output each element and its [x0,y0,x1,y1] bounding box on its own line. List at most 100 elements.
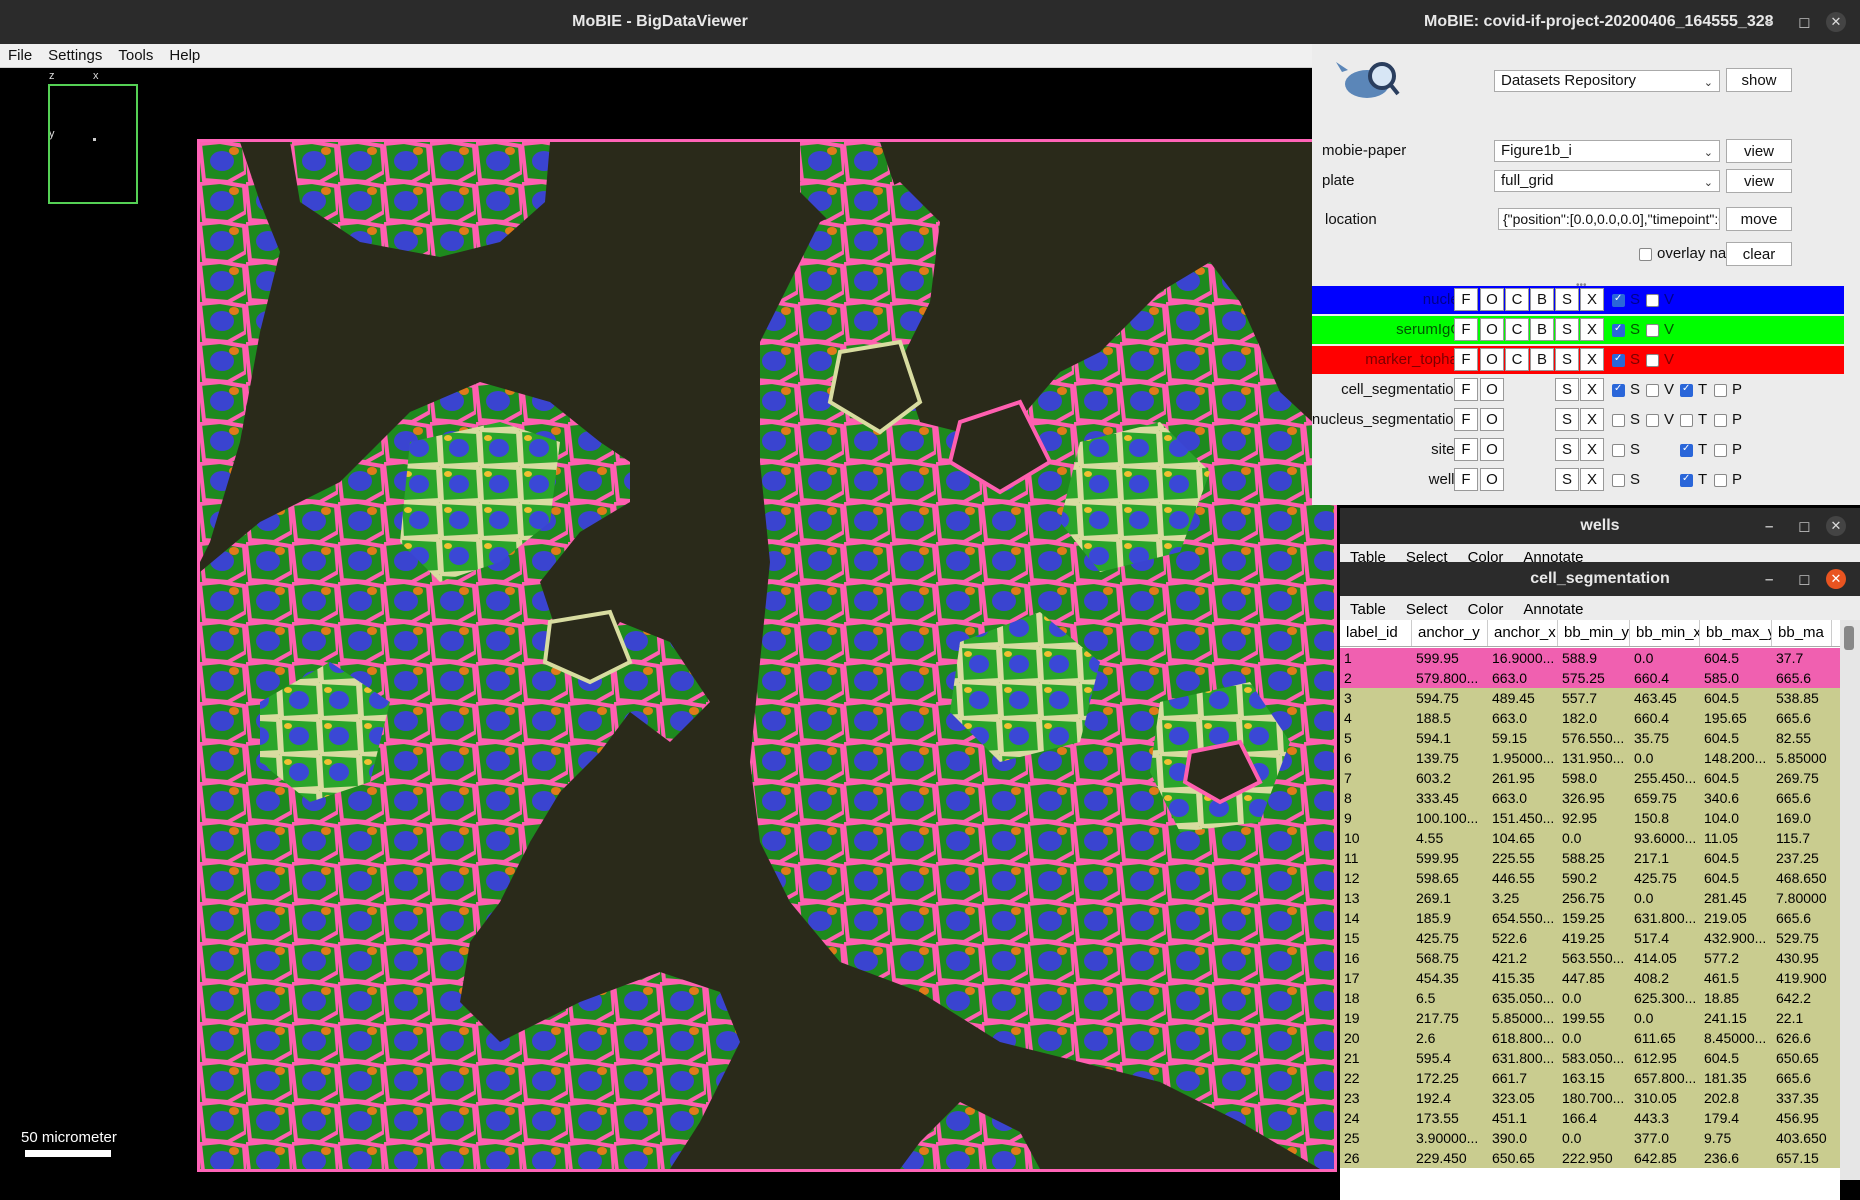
source-button-s[interactable]: S [1555,378,1579,401]
table-row[interactable]: 19 217.75 5.85000... 199.55 0.0 241.15 22.1 [1340,1008,1840,1028]
table-row[interactable]: 4 188.5 663.0 182.0 660.4 195.65 665.6 [1340,708,1840,728]
menu-file[interactable]: File [0,47,40,64]
table-row[interactable]: 23 192.4 323.05 180.700... 310.05 202.8 337.35 [1340,1088,1840,1108]
overlay-names-checkbox[interactable] [1639,248,1652,261]
source-button-o[interactable]: O [1480,408,1504,431]
menu-settings[interactable]: Settings [40,47,110,64]
source-checkbox-s[interactable] [1612,474,1625,487]
source-checkbox-p[interactable] [1714,444,1727,457]
source-button-s[interactable]: S [1555,288,1579,311]
source-button-s[interactable]: S [1555,318,1579,341]
source-checkbox-s[interactable] [1612,293,1625,307]
menu-tools[interactable]: Tools [110,47,161,64]
microscopy-image[interactable] [197,139,1337,1172]
source-button-s[interactable]: S [1555,468,1579,491]
source-button-b[interactable]: B [1530,288,1554,311]
source-button-o[interactable]: O [1480,378,1504,401]
source-checkbox-t[interactable] [1680,443,1693,457]
plate-select[interactable]: full_grid ⌄ [1494,170,1720,192]
maximize-icon[interactable]: ◻ [1798,13,1810,31]
table-row[interactable]: 22 172.25 661.7 163.15 657.800... 181.35 665.6 [1340,1068,1840,1088]
location-input[interactable]: {"position":[0.0,0.0,0.0],"timepoint":0} [1498,208,1720,230]
source-button-b[interactable]: B [1530,318,1554,341]
dataset-select[interactable]: Figure1b_i ⌄ [1494,140,1720,162]
table-row[interactable]: 3 594.75 489.45 557.7 463.45 604.5 538.85 [1340,688,1840,708]
source-checkbox-s[interactable] [1612,444,1625,457]
table-row[interactable]: 2 579.800... 663.0 575.25 660.4 585.0 665.6 [1340,668,1840,688]
table-row[interactable]: 7 603.2 261.95 598.0 255.450... 604.5 269.75 [1340,768,1840,788]
column-header[interactable]: anchor_y [1412,620,1488,646]
table-row[interactable]: 6 139.75 1.95000... 131.950... 0.0 148.200...… [1340,748,1840,768]
source-checkbox-t[interactable] [1680,414,1693,427]
minimize-icon[interactable]: – [1765,518,1773,535]
clear-button[interactable]: clear [1726,242,1792,266]
source-button-o[interactable]: O [1480,288,1504,311]
column-header[interactable]: bb_min_x [1630,620,1700,646]
column-header[interactable]: bb_ma [1772,620,1832,646]
source-button-f[interactable]: F [1454,468,1478,491]
minimize-icon[interactable]: – [1765,14,1773,31]
table-scroll-thumb[interactable] [1844,626,1854,650]
table-row[interactable]: 5 594.1 59.15 576.550... 35.75 604.5 82.55 [1340,728,1840,748]
source-checkbox-v[interactable] [1646,354,1659,367]
source-checkbox-p[interactable] [1714,474,1727,487]
minimize-icon[interactable]: – [1765,571,1773,588]
source-checkbox-v[interactable] [1646,294,1659,307]
table-row[interactable]: 13 269.1 3.25 256.75 0.0 281.45 7.80000 [1340,888,1840,908]
source-button-x[interactable]: X [1580,408,1604,431]
maximize-icon[interactable]: ◻ [1798,517,1810,535]
menu-help[interactable]: Help [161,47,208,64]
source-button-x[interactable]: X [1580,468,1604,491]
source-button-o[interactable]: O [1480,438,1504,461]
cs-menu-annotate[interactable]: Annotate [1513,601,1593,618]
datasets-repository-select[interactable]: Datasets Repository ⌄ [1494,70,1720,92]
source-button-x[interactable]: X [1580,318,1604,341]
view-button-dataset[interactable]: view [1726,139,1792,163]
source-button-s[interactable]: S [1555,438,1579,461]
table-vertical-scrollbar[interactable] [1840,620,1860,1180]
source-button-o[interactable]: O [1480,348,1504,371]
close-icon[interactable]: ✕ [1826,12,1846,32]
table-row[interactable]: 15 425.75 522.6 419.25 517.4 432.900... 529.75 [1340,928,1840,948]
source-checkbox-s[interactable] [1612,414,1625,427]
close-icon[interactable]: ✕ [1826,569,1846,589]
column-header[interactable]: bb_min_y [1558,620,1630,646]
close-icon[interactable]: ✕ [1826,516,1846,536]
source-button-x[interactable]: X [1580,348,1604,371]
segment-table[interactable]: label_id anchor_y anchor_x bb_min_y bb_min_x… [1340,620,1840,1200]
source-button-x[interactable]: X [1580,438,1604,461]
table-row[interactable]: 24 173.55 451.1 166.4 443.3 179.4 456.95 [1340,1108,1840,1128]
source-button-s[interactable]: S [1555,408,1579,431]
source-checkbox-v[interactable] [1646,324,1659,337]
source-checkbox-p[interactable] [1714,414,1727,427]
table-row[interactable]: 17 454.35 415.35 447.85 408.2 461.5 419.900 [1340,968,1840,988]
column-header[interactable]: anchor_x [1488,620,1558,646]
table-row[interactable]: 10 4.55 104.65 0.0 93.6000... 11.05 115.7 [1340,828,1840,848]
cs-menu-table[interactable]: Table [1340,601,1396,618]
maximize-icon[interactable]: ◻ [1798,570,1810,588]
view-button-plate[interactable]: view [1726,169,1792,193]
column-header[interactable]: label_id [1340,620,1412,646]
source-button-c[interactable]: C [1505,318,1529,341]
source-button-f[interactable]: F [1454,318,1478,341]
column-header[interactable]: bb_max_y [1700,620,1772,646]
table-row[interactable]: 21 595.4 631.800... 583.050... 612.95 604.5 65… [1340,1048,1840,1068]
table-row[interactable]: 11 599.95 225.55 588.25 217.1 604.5 237.25 [1340,848,1840,868]
table-row[interactable]: 18 6.5 635.050... 0.0 625.300... 18.85 642.2 [1340,988,1840,1008]
table-row[interactable]: 12 598.65 446.55 590.2 425.75 604.5 468.650 [1340,868,1840,888]
source-checkbox-t[interactable] [1680,473,1693,487]
source-checkbox-v[interactable] [1646,414,1659,427]
source-checkbox-v[interactable] [1646,384,1659,397]
move-button[interactable]: move [1726,207,1792,231]
table-row[interactable]: 16 568.75 421.2 563.550... 414.05 577.2 430.95 [1340,948,1840,968]
source-button-s[interactable]: S [1555,348,1579,371]
source-button-f[interactable]: F [1454,288,1478,311]
table-row[interactable]: 26 229.450 650.65 222.950 642.85 236.6 657.15 [1340,1148,1840,1168]
table-row[interactable]: 1 599.95 16.9000... 588.9 0.0 604.5 37.7 [1340,648,1840,668]
source-checkbox-p[interactable] [1714,384,1727,397]
source-button-b[interactable]: B [1530,348,1554,371]
source-button-f[interactable]: F [1454,408,1478,431]
source-button-x[interactable]: X [1580,288,1604,311]
table-row[interactable]: 9 100.100... 151.450... 92.95 150.8 104.0 169.… [1340,808,1840,828]
cs-menu-select[interactable]: Select [1396,601,1458,618]
